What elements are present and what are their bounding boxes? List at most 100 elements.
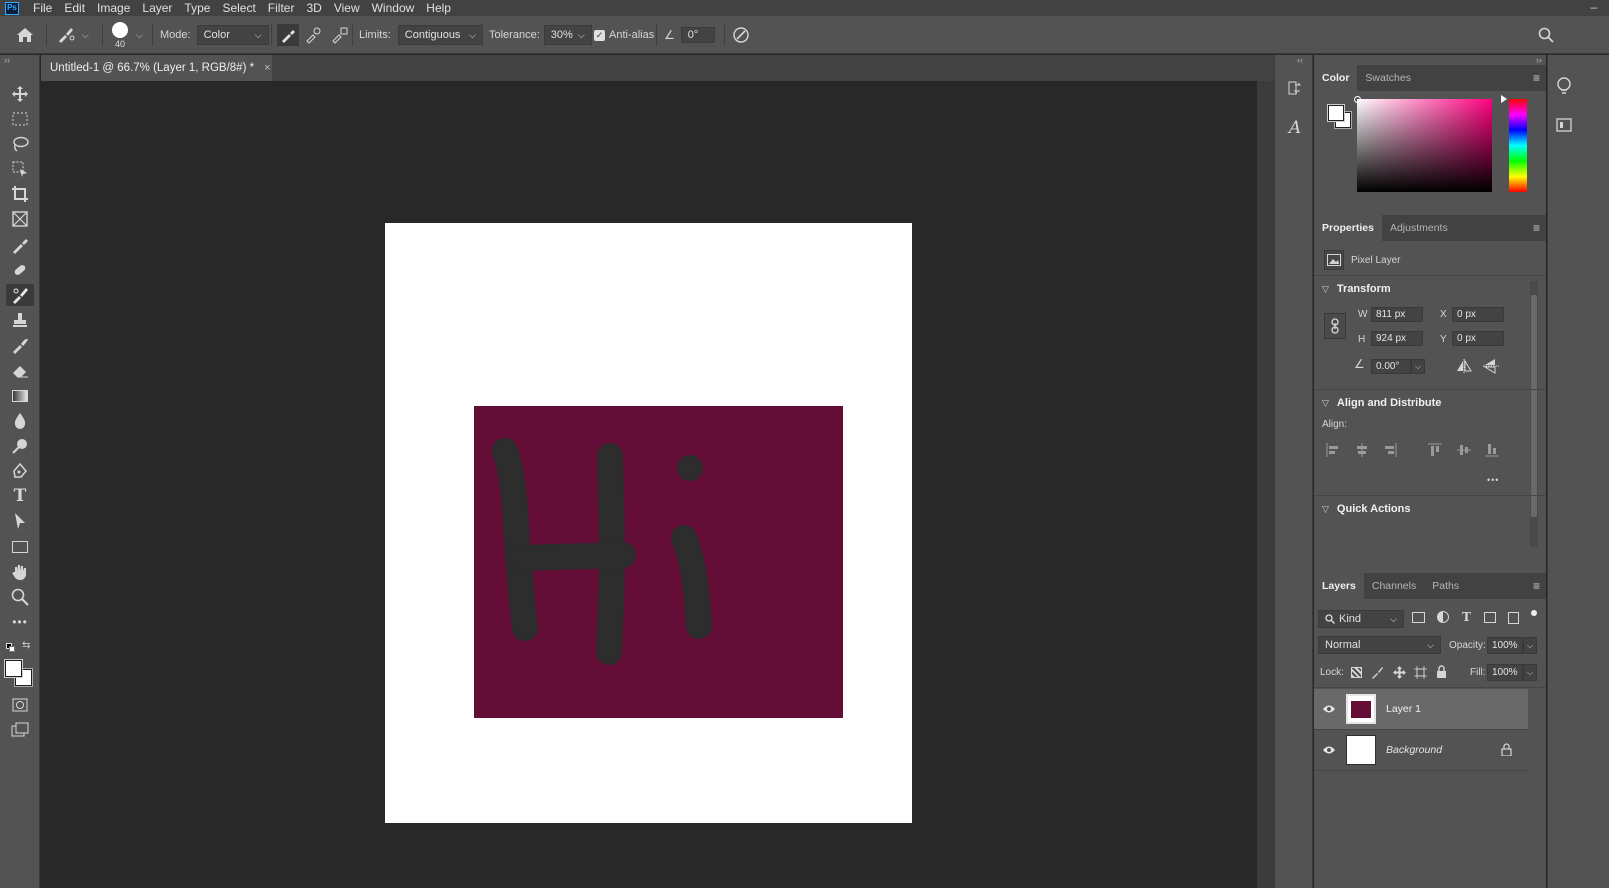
- screen-mode-button[interactable]: [6, 719, 34, 741]
- lasso-tool[interactable]: [6, 133, 34, 155]
- layer-name[interactable]: Layer 1: [1386, 703, 1421, 715]
- color-picker-field[interactable]: [1354, 96, 1492, 192]
- document-canvas[interactable]: [385, 223, 912, 823]
- align-section-header[interactable]: ▽ Align and Distribute: [1322, 397, 1441, 409]
- menu-3d[interactable]: 3D: [300, 0, 327, 16]
- rotation-dropdown[interactable]: ⌵: [1411, 359, 1425, 374]
- align-right-edges-icon[interactable]: [1383, 443, 1397, 457]
- color-picker-handle[interactable]: [1354, 96, 1361, 103]
- menu-file[interactable]: File: [27, 0, 58, 16]
- edit-toolbar-button[interactable]: •••: [6, 611, 34, 633]
- type-tool[interactable]: T: [6, 485, 34, 507]
- anti-alias-checkbox[interactable]: ✓ Anti-alias: [594, 16, 654, 54]
- menu-image[interactable]: Image: [91, 0, 136, 16]
- quick-mask-button[interactable]: [6, 694, 34, 716]
- document-tab[interactable]: Untitled-1 @ 66.7% (Layer 1, RGB/8#) * ×: [41, 55, 272, 81]
- collapse-dock-icon[interactable]: ››: [1536, 55, 1542, 65]
- filter-type-icon[interactable]: T: [1462, 610, 1471, 624]
- healing-brush-tool[interactable]: [6, 259, 34, 281]
- quick-actions-section-header[interactable]: ▽ Quick Actions: [1322, 503, 1410, 515]
- more-options-button[interactable]: •••: [1487, 475, 1499, 485]
- opacity-dropdown[interactable]: ⌵: [1523, 637, 1537, 654]
- x-input[interactable]: 0 px: [1452, 307, 1504, 322]
- pen-tool[interactable]: [6, 460, 34, 482]
- minimize-button[interactable]: –: [1590, 0, 1597, 14]
- sampling-once-button[interactable]: [304, 16, 322, 54]
- lock-image-pixels-icon[interactable]: [1371, 666, 1384, 679]
- marquee-tool[interactable]: [6, 108, 34, 130]
- move-tool[interactable]: [6, 83, 34, 105]
- frame-tool[interactable]: [6, 208, 34, 230]
- filter-adjustment-icon[interactable]: [1437, 611, 1449, 623]
- lock-artboard-icon[interactable]: [1414, 666, 1427, 679]
- align-bottom-edges-icon[interactable]: [1485, 443, 1499, 457]
- rotation-input[interactable]: 0.00°: [1371, 359, 1411, 374]
- properties-scrollbar[interactable]: [1530, 281, 1538, 547]
- link-dimensions-button[interactable]: [1324, 313, 1346, 339]
- flip-vertical-button[interactable]: [1482, 358, 1500, 377]
- canvas-area[interactable]: [41, 81, 1257, 888]
- sampling-background-button[interactable]: [330, 16, 348, 54]
- learn-panel-button[interactable]: [1556, 77, 1572, 100]
- tab-layers[interactable]: Layers: [1314, 573, 1364, 599]
- menu-select[interactable]: Select: [216, 0, 261, 16]
- libraries-panel-button[interactable]: [1556, 117, 1572, 136]
- dodge-tool[interactable]: [6, 435, 34, 457]
- fill-input[interactable]: 100%: [1487, 664, 1523, 681]
- filter-shape-icon[interactable]: [1484, 612, 1496, 623]
- vertical-scrollbar[interactable]: [1257, 81, 1274, 888]
- blur-tool[interactable]: [6, 410, 34, 432]
- mode-select[interactable]: Color ⌵: [196, 25, 269, 45]
- eye-icon[interactable]: [1322, 745, 1336, 755]
- align-vertical-centers-icon[interactable]: [1457, 443, 1471, 457]
- collapse-toolbar-icon[interactable]: ››: [4, 55, 10, 65]
- brush-angle-input[interactable]: 0°: [680, 27, 715, 43]
- search-button[interactable]: [1538, 16, 1554, 54]
- flip-horizontal-button[interactable]: [1455, 358, 1473, 377]
- filter-pixel-icon[interactable]: [1412, 612, 1425, 623]
- hue-slider[interactable]: [1501, 95, 1527, 192]
- height-input[interactable]: 924 px: [1371, 331, 1423, 346]
- panel-menu-icon[interactable]: ≡: [1533, 573, 1540, 599]
- default-colors-icon[interactable]: [6, 643, 15, 652]
- fill-dropdown[interactable]: ⌵: [1523, 664, 1537, 681]
- panel-menu-icon[interactable]: ≡: [1533, 65, 1540, 91]
- clone-stamp-tool[interactable]: [6, 309, 34, 331]
- sampling-continuous-button[interactable]: [277, 16, 299, 54]
- hue-slider-handle[interactable]: [1501, 95, 1507, 103]
- width-input[interactable]: 811 px: [1371, 307, 1423, 322]
- tool-preset-picker[interactable]: ⌵: [56, 16, 89, 54]
- layer-row-layer-1[interactable]: Layer 1: [1314, 689, 1528, 729]
- brush-picker[interactable]: 40: [112, 16, 128, 54]
- pressure-size-button[interactable]: [732, 16, 750, 54]
- menu-view[interactable]: View: [328, 0, 366, 16]
- color-panel-foreground-swatch[interactable]: [1327, 104, 1345, 122]
- swap-colors-icon[interactable]: ⇆: [22, 640, 30, 651]
- menu-type[interactable]: Type: [178, 0, 216, 16]
- menu-layer[interactable]: Layer: [136, 0, 178, 16]
- home-button[interactable]: [16, 16, 34, 54]
- eyedropper-tool[interactable]: [6, 234, 34, 256]
- tab-color[interactable]: Color: [1314, 65, 1358, 91]
- object-selection-tool[interactable]: [6, 158, 34, 180]
- tab-adjustments[interactable]: Adjustments: [1382, 215, 1456, 241]
- tab-channels[interactable]: Channels: [1364, 573, 1424, 599]
- hand-tool[interactable]: [6, 561, 34, 583]
- menu-window[interactable]: Window: [366, 0, 421, 16]
- lock-all-icon[interactable]: [1436, 665, 1447, 678]
- color-replacement-tool[interactable]: [6, 284, 34, 306]
- layer-name[interactable]: Background: [1386, 744, 1442, 756]
- filter-smart-object-icon[interactable]: [1508, 612, 1519, 624]
- eraser-tool[interactable]: [6, 359, 34, 381]
- limits-select[interactable]: Contiguous ⌵: [397, 25, 483, 45]
- history-panel-button[interactable]: [1284, 77, 1306, 99]
- tolerance-input[interactable]: 30% ⌵: [543, 25, 592, 45]
- y-input[interactable]: 0 px: [1452, 331, 1504, 346]
- layer-row-background[interactable]: Background: [1314, 730, 1528, 770]
- close-icon[interactable]: ×: [264, 62, 270, 74]
- menu-filter[interactable]: Filter: [262, 0, 301, 16]
- blend-mode-select[interactable]: Normal ⌵: [1318, 636, 1441, 654]
- chevron-down-icon[interactable]: ⌵: [136, 30, 143, 41]
- history-brush-tool[interactable]: [6, 334, 34, 356]
- path-selection-tool[interactable]: [6, 510, 34, 532]
